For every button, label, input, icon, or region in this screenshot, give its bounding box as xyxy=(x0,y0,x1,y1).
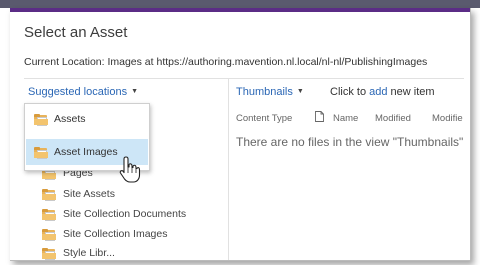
column-modified-by[interactable]: Modifie xyxy=(432,113,463,124)
divider xyxy=(24,78,464,79)
empty-view-message: There are no files in the view "Thumbnai… xyxy=(236,135,464,149)
menu-item-label: Assets xyxy=(54,113,86,125)
tree-item-site-assets[interactable]: Site Assets xyxy=(42,185,115,203)
view-selector[interactable]: Thumbnails ▼ xyxy=(236,86,304,98)
column-content-type[interactable]: Content Type xyxy=(236,113,292,124)
column-name[interactable]: Name xyxy=(333,113,358,124)
accent-bar xyxy=(10,8,470,12)
column-modified[interactable]: Modified xyxy=(375,113,411,124)
folder-icon xyxy=(34,113,48,126)
caret-down-icon: ▼ xyxy=(131,88,139,95)
tree-item-site-collection-images[interactable]: Site Collection Images xyxy=(42,225,167,243)
tree-item-label: Site Assets xyxy=(63,188,115,200)
folder-icon xyxy=(42,228,56,241)
click-to-text: Click to xyxy=(330,86,367,98)
tree-item-style-library[interactable]: Style Libr... xyxy=(42,244,115,260)
folder-icon xyxy=(42,188,56,201)
tree-item-site-collection-documents[interactable]: Site Collection Documents xyxy=(42,205,186,223)
folder-icon xyxy=(42,208,56,221)
hand-cursor-icon xyxy=(119,156,141,183)
suggested-locations-dropdown[interactable]: Suggested locations ▼ xyxy=(28,86,138,98)
menu-item-label: Asset Images xyxy=(54,146,118,158)
tree-item-label: Site Collection Images xyxy=(63,228,168,240)
folder-icon xyxy=(42,247,56,260)
add-link[interactable]: add xyxy=(369,86,387,98)
menu-item-assets[interactable]: Assets xyxy=(26,106,148,132)
top-band xyxy=(0,0,480,8)
dialog-title: Select an Asset xyxy=(24,24,128,41)
pane-divider xyxy=(228,79,229,260)
caret-down-icon: ▼ xyxy=(296,88,304,95)
suggested-locations-label: Suggested locations xyxy=(28,86,128,98)
tree-item-label: Site Collection Documents xyxy=(63,208,187,220)
new-item-text: new item xyxy=(390,86,435,98)
current-location: Current Location: Images at https://auth… xyxy=(24,56,428,68)
tree-item-label: Style Libr... xyxy=(63,247,115,259)
document-icon[interactable] xyxy=(315,111,324,122)
select-asset-dialog: Select an Asset Current Location: Images… xyxy=(10,8,471,261)
view-label: Thumbnails xyxy=(236,86,293,98)
folder-icon xyxy=(34,146,48,159)
click-to-add: Click to add new item xyxy=(330,86,435,98)
